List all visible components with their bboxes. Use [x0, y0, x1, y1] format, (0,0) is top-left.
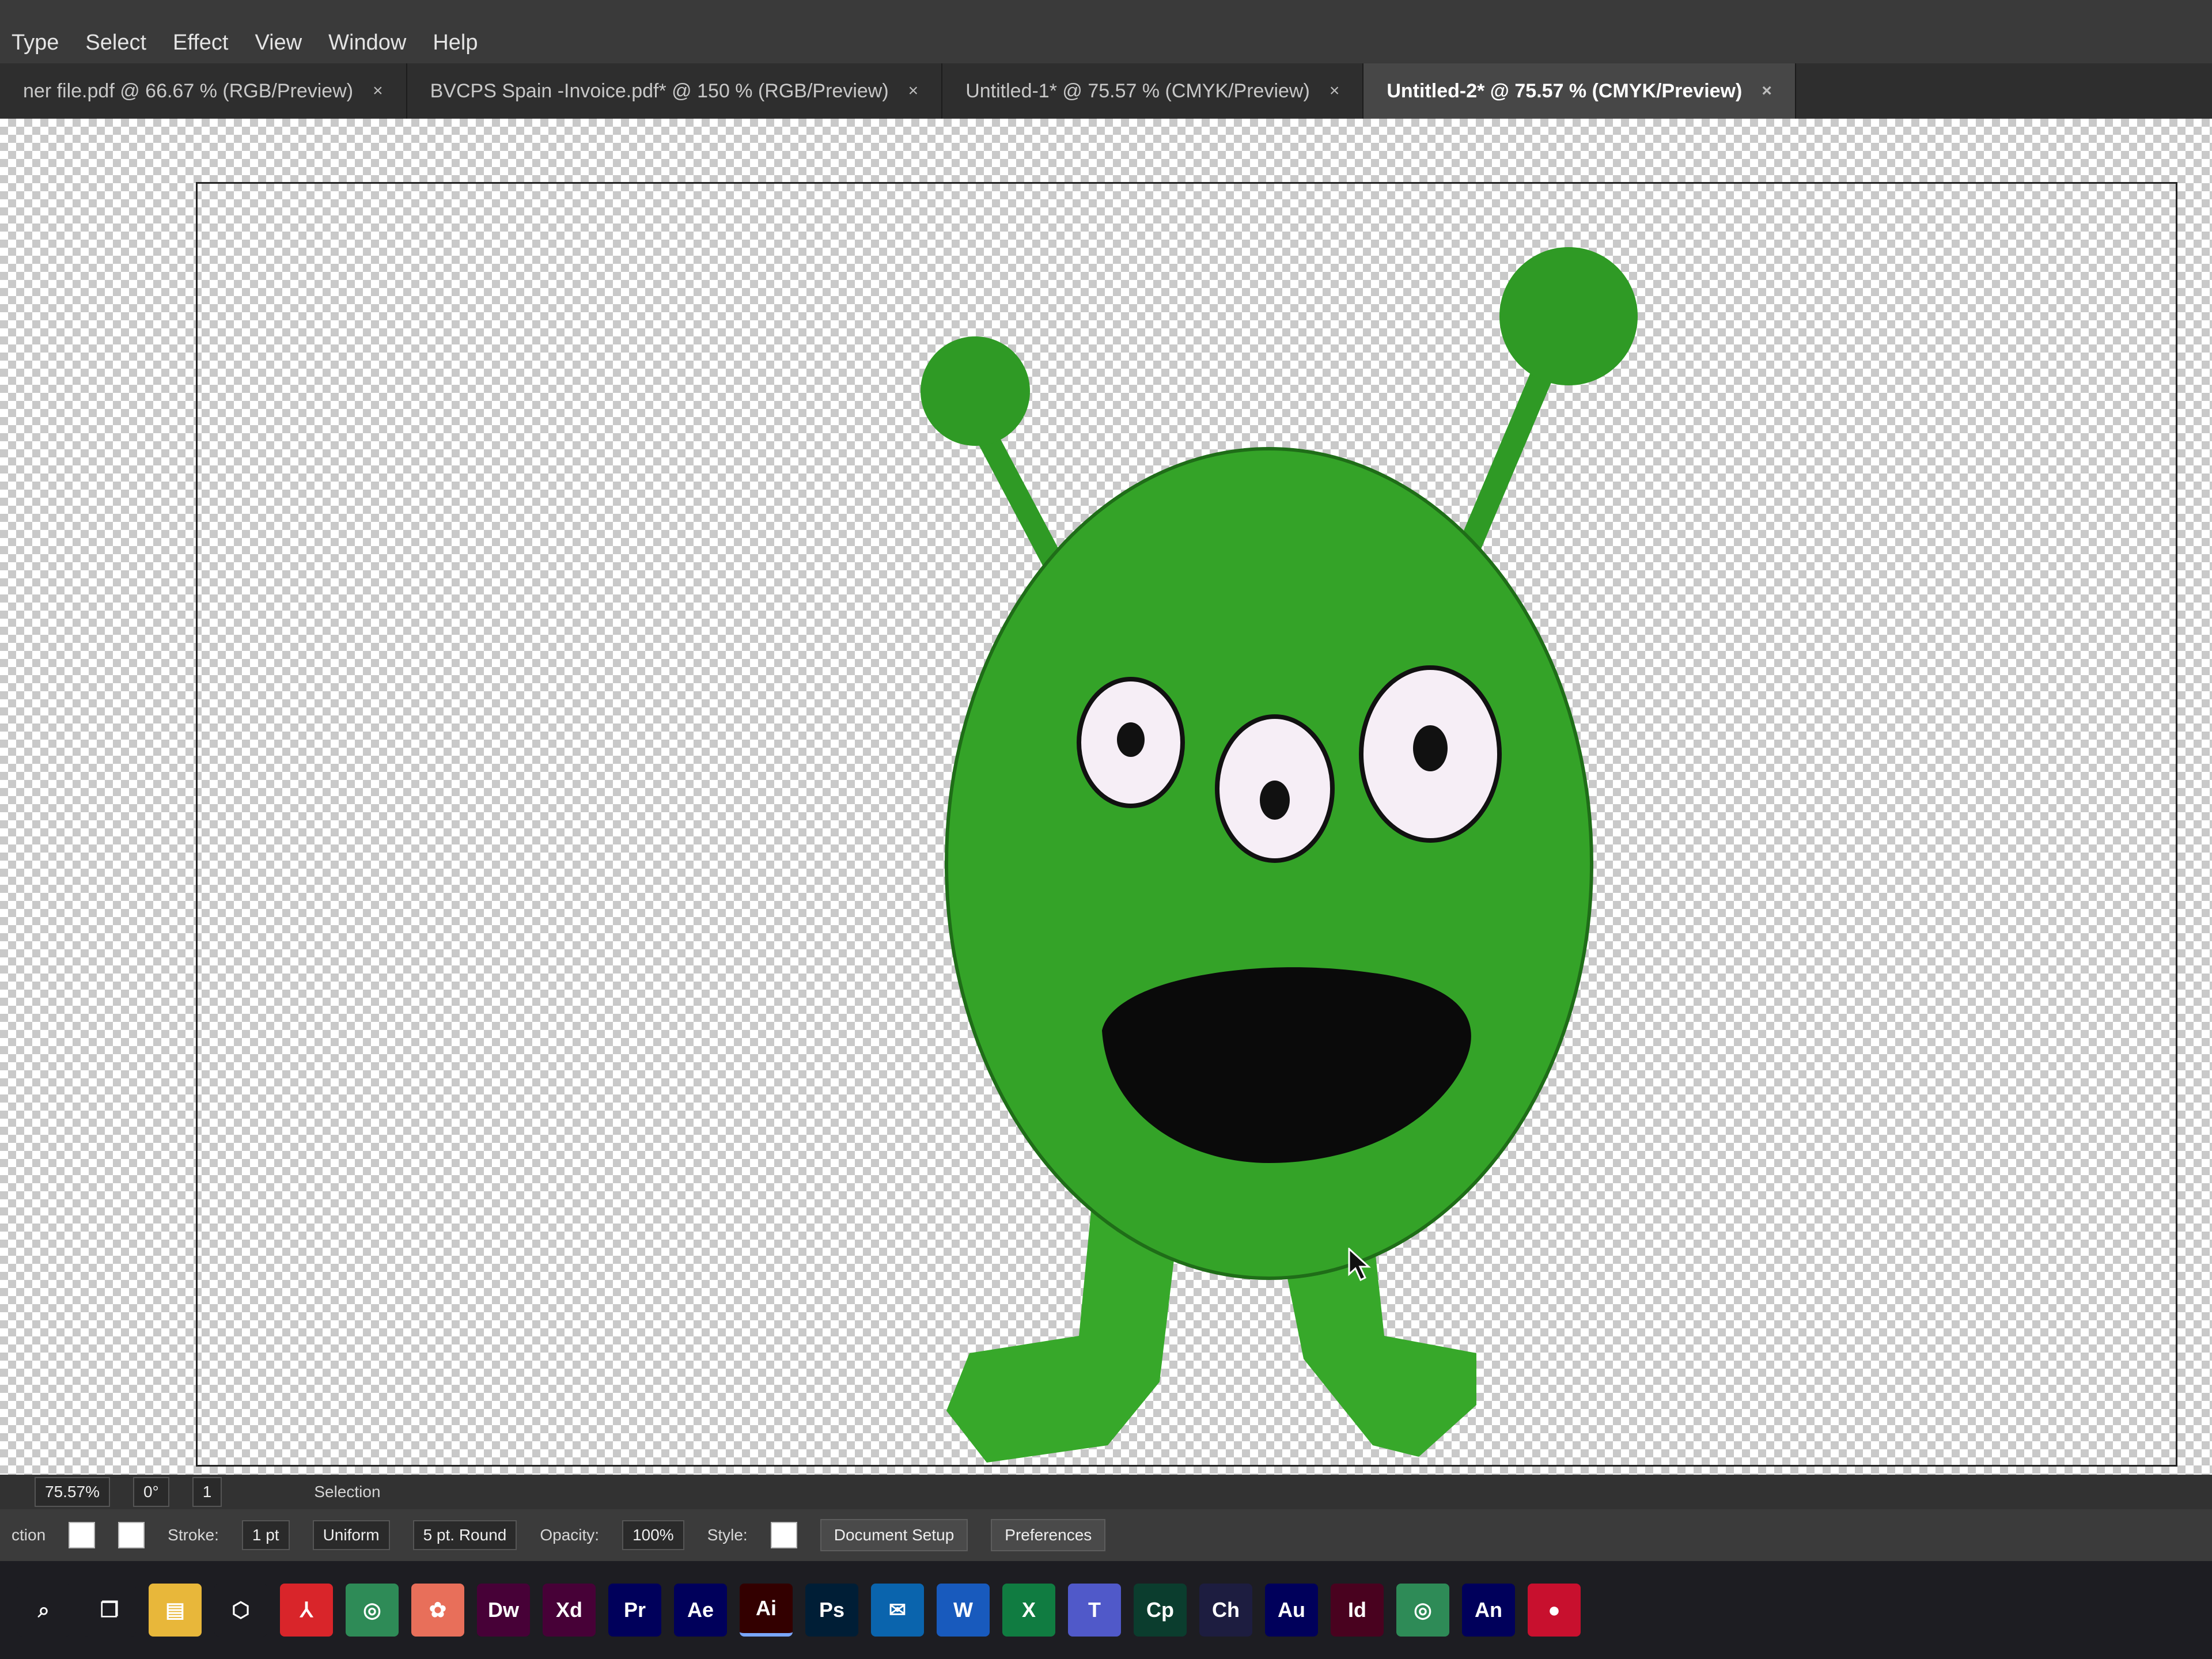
document-tab[interactable]: Untitled-1* @ 75.57 % (CMYK/Preview) ×	[942, 63, 1364, 119]
opacity-label: Opacity:	[540, 1526, 600, 1544]
photos-icon[interactable]: ✿	[411, 1584, 464, 1637]
mouse-cursor-icon	[1348, 1248, 1371, 1282]
chrome-icon[interactable]: ◎	[346, 1584, 399, 1637]
photoshop-icon[interactable]: Ps	[805, 1584, 858, 1637]
right-eye	[1359, 665, 1502, 843]
close-icon[interactable]: ×	[908, 81, 919, 101]
menu-effect[interactable]: Effect	[173, 31, 228, 55]
menu-view[interactable]: View	[255, 31, 302, 55]
close-icon[interactable]: ×	[1330, 81, 1340, 101]
dreamweaver-icon[interactable]: Dw	[477, 1584, 530, 1637]
search-icon[interactable]: ⌕	[17, 1584, 70, 1637]
style-label: Style:	[707, 1526, 748, 1544]
tab-label: Untitled-1* @ 75.57 % (CMYK/Preview)	[965, 79, 1310, 102]
teams-icon[interactable]: T	[1068, 1584, 1121, 1637]
fill-swatch[interactable]	[69, 1522, 96, 1548]
windows-taskbar: ⌕ ❐ ▤ ⬡ ⅄ ◎ ✿ Dw Xd Pr Ae Ai Ps ✉ W X T Cp Ch Au Id ◎ An ●	[0, 1561, 2212, 1659]
stroke-swatch[interactable]	[118, 1522, 145, 1548]
document-setup-button[interactable]: Document Setup	[820, 1519, 968, 1551]
canvas-workspace[interactable]	[0, 119, 2212, 1509]
brush-definition[interactable]: 5 pt. Round	[412, 1520, 517, 1550]
stroke-label: Stroke:	[168, 1526, 219, 1544]
zoom-level-field[interactable]: 75.57%	[35, 1477, 110, 1507]
menu-bar: Type Select Effect View Window Help	[0, 0, 2212, 63]
tab-label: Untitled-2* @ 75.57 % (CMYK/Preview)	[1387, 79, 1743, 102]
selection-label: ction	[12, 1526, 46, 1544]
artboard[interactable]	[196, 182, 2177, 1467]
captivate-icon[interactable]: Cp	[1134, 1584, 1187, 1637]
document-tab[interactable]: BVCPS Spain -Invoice.pdf* @ 150 % (RGB/P…	[407, 63, 943, 119]
right-antenna-ball	[1499, 247, 1638, 385]
menu-type[interactable]: Type	[12, 31, 59, 55]
file-explorer-icon[interactable]: ▤	[149, 1584, 202, 1637]
opacity-field[interactable]: 100%	[622, 1520, 684, 1550]
right-pupil	[1413, 725, 1448, 771]
close-icon[interactable]: ×	[373, 81, 383, 101]
outlook-icon[interactable]: ✉	[871, 1584, 924, 1637]
document-tab[interactable]: ner file.pdf @ 66.67 % (RGB/Preview) ×	[0, 63, 407, 119]
left-eye	[1077, 677, 1185, 808]
preferences-button[interactable]: Preferences	[991, 1519, 1106, 1551]
document-tab-bar: ner file.pdf @ 66.67 % (RGB/Preview) × BVC…	[0, 63, 2212, 119]
audition-icon[interactable]: Au	[1265, 1584, 1318, 1637]
illustrator-icon[interactable]: Ai	[740, 1584, 793, 1637]
left-antenna-ball	[921, 336, 1030, 446]
middle-pupil	[1260, 781, 1290, 820]
creative-cloud-icon[interactable]: ⬡	[214, 1584, 267, 1637]
document-tab[interactable]: Untitled-2* @ 75.57 % (CMYK/Preview) ×	[1363, 63, 1796, 119]
chrome-profile-icon[interactable]: ◎	[1396, 1584, 1449, 1637]
rotation-field[interactable]: 0°	[132, 1477, 169, 1507]
artboard-index-field[interactable]: 1	[192, 1477, 222, 1507]
control-bar: ction Stroke: 1 pt Uniform 5 pt. Round O…	[0, 1509, 2212, 1561]
xd-icon[interactable]: Xd	[543, 1584, 596, 1637]
menu-select[interactable]: Select	[85, 31, 146, 55]
close-icon[interactable]: ×	[1762, 81, 1772, 101]
middle-eye	[1215, 714, 1335, 863]
variable-width-profile[interactable]: Uniform	[312, 1520, 390, 1550]
tab-label: ner file.pdf @ 66.67 % (RGB/Preview)	[23, 79, 354, 102]
tab-label: BVCPS Spain -Invoice.pdf* @ 150 % (RGB/P…	[430, 79, 889, 102]
left-pupil	[1117, 722, 1145, 757]
alien-artwork[interactable]	[912, 207, 1741, 1486]
indesign-icon[interactable]: Id	[1331, 1584, 1384, 1637]
stroke-weight-field[interactable]: 1 pt	[241, 1520, 290, 1550]
premiere-icon[interactable]: Pr	[608, 1584, 661, 1637]
acrobat-icon[interactable]: ⅄	[280, 1584, 333, 1637]
status-bar: 75.57% 0° 1 Selection	[0, 1475, 2212, 1509]
style-swatch[interactable]	[770, 1522, 797, 1548]
animate-icon[interactable]: An	[1462, 1584, 1515, 1637]
menu-window[interactable]: Window	[328, 31, 406, 55]
menu-help[interactable]: Help	[433, 31, 478, 55]
word-icon[interactable]: W	[937, 1584, 990, 1637]
task-view-icon[interactable]: ❐	[83, 1584, 136, 1637]
after-effects-icon[interactable]: Ae	[674, 1584, 727, 1637]
current-tool-label: Selection	[314, 1483, 381, 1501]
record-icon[interactable]: ●	[1528, 1584, 1581, 1637]
character-animator-icon[interactable]: Ch	[1199, 1584, 1252, 1637]
excel-icon[interactable]: X	[1002, 1584, 1055, 1637]
